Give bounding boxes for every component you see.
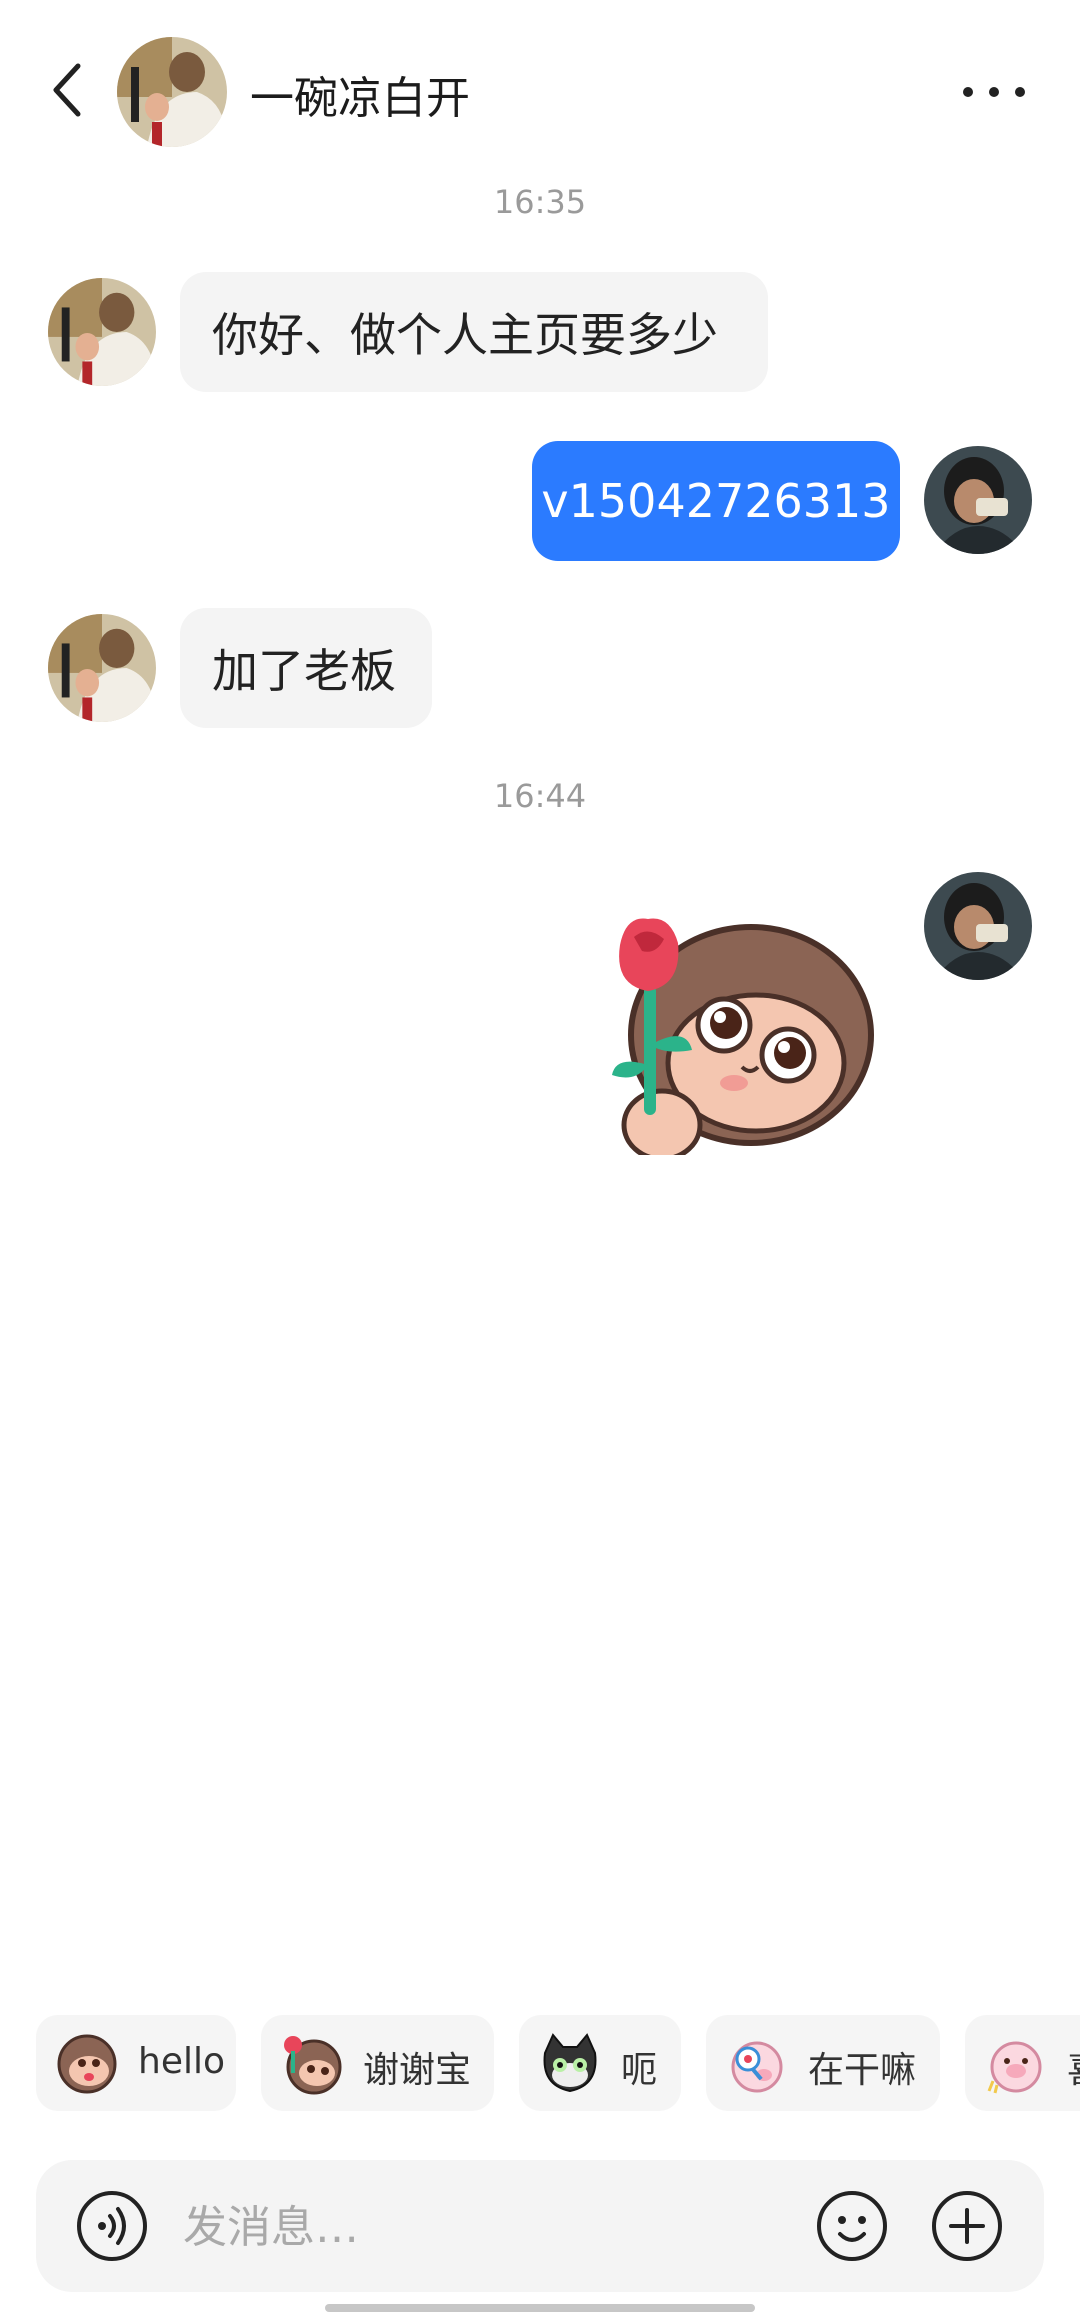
monkey-with-rose-sticker[interactable] xyxy=(606,915,906,1155)
quick-reply-label: 谢谢宝 xyxy=(363,2050,472,2091)
timestamp: 16:35 xyxy=(493,183,587,221)
message-text: v15042726313 xyxy=(541,474,891,528)
monkey-rose-icon xyxy=(284,2036,342,2095)
home-indicator[interactable] xyxy=(325,2304,755,2312)
incoming-message-bubble[interactable]: 加了老板 xyxy=(180,608,432,728)
quick-reply-chip[interactable]: hello xyxy=(36,2015,236,2111)
monkey-icon xyxy=(57,2034,117,2094)
incoming-message-bubble[interactable]: 你好、做个人主页要多少 xyxy=(180,272,768,392)
timestamp: 16:44 xyxy=(493,777,587,815)
my-avatar[interactable] xyxy=(924,446,1032,554)
emoji-icon[interactable] xyxy=(816,2190,888,2262)
my-avatar[interactable] xyxy=(924,872,1032,980)
quick-reply-chip[interactable]: 呃 xyxy=(519,2015,681,2111)
voice-input-icon[interactable] xyxy=(76,2190,148,2262)
pig-icon xyxy=(987,2041,1042,2094)
quick-reply-bar: hello 谢谢宝 呃 在干嘛 xyxy=(0,2015,1080,2115)
contact-name: 一碗凉白开 xyxy=(250,73,470,124)
contact-avatar[interactable] xyxy=(48,278,156,386)
contact-avatar[interactable] xyxy=(48,614,156,722)
quick-reply-label: hello xyxy=(138,2041,225,2082)
quick-reply-label: 在干嘛 xyxy=(808,2050,917,2091)
quick-reply-chip[interactable]: 谢谢宝 xyxy=(261,2015,494,2111)
quick-reply-chip[interactable]: 喜 xyxy=(965,2015,1080,2111)
contact-avatar[interactable] xyxy=(117,37,227,147)
plus-icon[interactable] xyxy=(931,2190,1003,2262)
quick-reply-chip[interactable]: 在干嘛 xyxy=(706,2015,940,2111)
message-text: 加了老板 xyxy=(212,644,396,698)
message-input[interactable] xyxy=(181,2188,805,2266)
quick-reply-label: 喜 xyxy=(1067,2041,1080,2093)
message-text: 你好、做个人主页要多少 xyxy=(212,308,718,362)
back-icon[interactable] xyxy=(48,60,88,120)
chat-header: 一碗凉白开 xyxy=(0,0,1080,185)
quick-reply-label: 呃 xyxy=(621,2050,658,2091)
cat-icon xyxy=(543,2033,597,2093)
more-options-icon[interactable] xyxy=(960,72,1028,112)
message-input-bar xyxy=(36,2160,1044,2292)
pig-magnifier-icon xyxy=(731,2041,783,2093)
outgoing-message-bubble[interactable]: v15042726313 xyxy=(532,441,900,561)
